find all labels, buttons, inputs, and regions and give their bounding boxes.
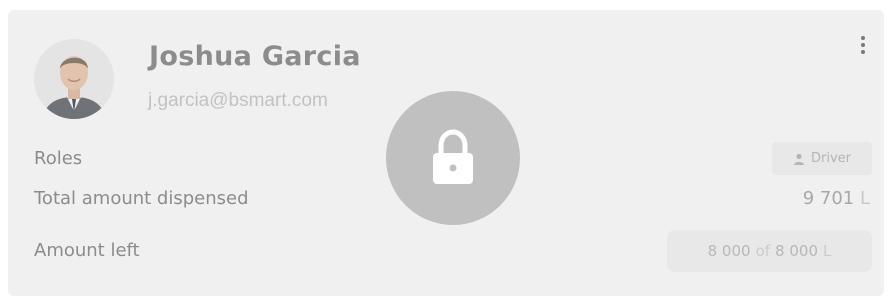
dispensed-number: 9 701 xyxy=(802,188,855,209)
user-email: j.garcia@bsmart.com xyxy=(148,90,328,111)
role-chip: Driver xyxy=(772,142,872,175)
user-name: Joshua Garcia xyxy=(149,41,361,72)
roles-label: Roles xyxy=(34,148,83,169)
person-icon xyxy=(793,153,804,165)
role-chip-label: Driver xyxy=(810,151,851,166)
dispensed-value: 9 701 L xyxy=(803,188,870,209)
amount-left-label: Amount left xyxy=(34,240,140,261)
amount-left-pill: 8 000 of 8 000 L xyxy=(667,230,872,272)
dispensed-unit: L xyxy=(859,188,870,209)
amount-left-unit: L xyxy=(823,242,832,260)
lock-icon xyxy=(433,129,473,184)
amount-left-of: of xyxy=(755,242,771,260)
dispensed-label: Total amount dispensed xyxy=(34,188,249,209)
user-card: Joshua Garcia j.garcia@bsmart.com Roles … xyxy=(8,10,884,296)
amount-left-current: 8 000 xyxy=(707,242,751,260)
avatar xyxy=(34,39,114,119)
lock-overlay xyxy=(386,91,520,225)
avatar-photo-icon xyxy=(34,39,114,119)
kebab-menu-icon[interactable] xyxy=(858,36,868,58)
amount-left-total: 8 000 xyxy=(775,242,818,260)
